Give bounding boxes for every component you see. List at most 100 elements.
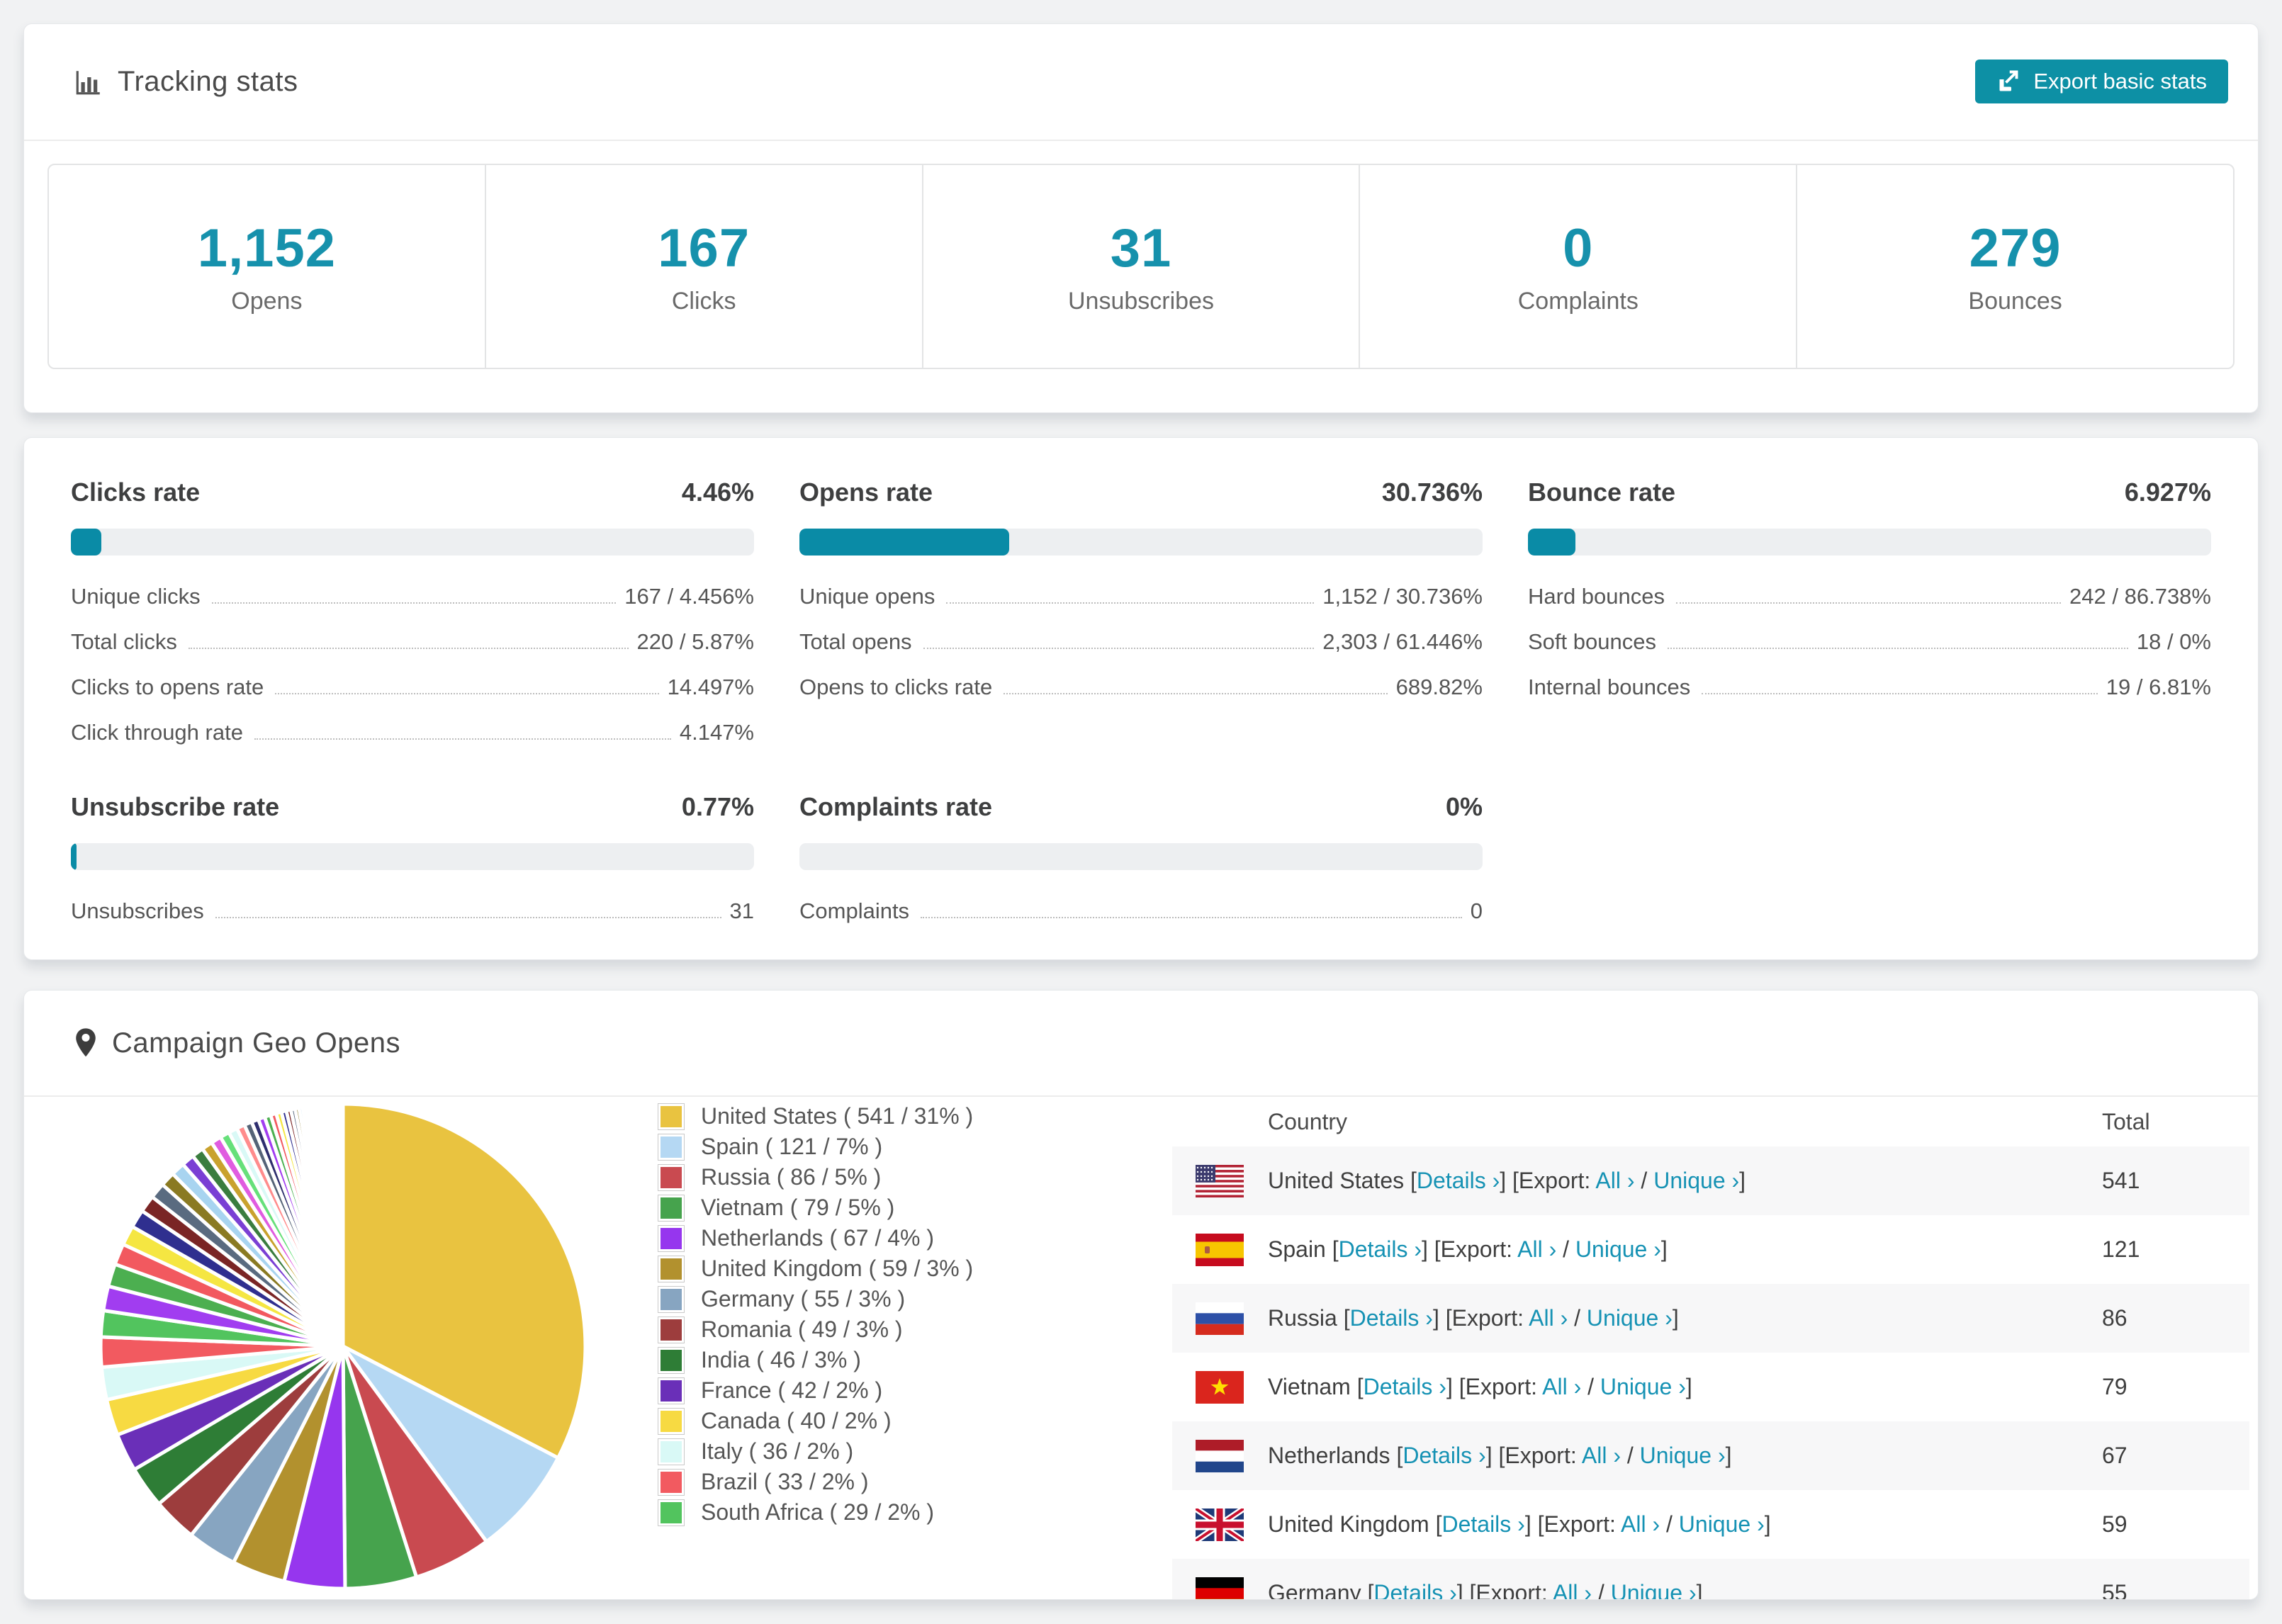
separator: / — [1581, 1374, 1600, 1399]
total-cell: 79 — [2102, 1374, 2128, 1399]
separator: / — [1568, 1305, 1587, 1331]
detail-value: 31 — [729, 898, 754, 923]
country-cell: Vietnam [Details ›] [Export: All › / Uni… — [1268, 1374, 2102, 1400]
stat-clicks: 167 Clicks — [484, 165, 922, 368]
progress-bar — [799, 843, 1483, 870]
export-unique-link[interactable]: Unique › — [1653, 1168, 1739, 1193]
details-link[interactable]: Details › — [1373, 1580, 1456, 1599]
details-link[interactable]: Details › — [1339, 1236, 1422, 1262]
rate-value: 6.927% — [2124, 478, 2211, 507]
detail-value: 18 / 0% — [2136, 629, 2211, 654]
stat-label: Unsubscribes — [1068, 288, 1214, 315]
export-unique-link[interactable]: Unique › — [1575, 1236, 1661, 1262]
detail-row: Internal bounces 19 / 6.81% — [1528, 665, 2211, 710]
rates-grid: Clicks rate 4.46% Unique clicks 167 / 4.456… — [24, 438, 2258, 934]
legend-label: Vietnam ( 79 / 5% ) — [701, 1195, 895, 1220]
export-button-label: Export basic stats — [2033, 69, 2207, 94]
progress-bar-fill — [71, 843, 77, 870]
pie-slice — [340, 1102, 345, 1348]
legend-swatch — [658, 1225, 684, 1251]
detail-label: Clicks to opens rate — [71, 675, 264, 699]
separator: / — [1620, 1443, 1640, 1468]
table-row-us: United States [Details ›] [Export: All ›… — [1172, 1146, 2249, 1215]
country-cell: Netherlands [Details ›] [Export: All › /… — [1268, 1443, 2102, 1469]
legend-label: France ( 42 / 2% ) — [701, 1377, 883, 1403]
detail-row: Complaints 0 — [799, 889, 1483, 934]
detail-row: Unique clicks 167 / 4.456% — [71, 574, 754, 619]
column-header-total: Total — [2102, 1108, 2150, 1134]
vn-flag-icon — [1196, 1370, 1244, 1404]
total-cell: 55 — [2102, 1580, 2128, 1600]
export-all-link[interactable]: All › — [1595, 1168, 1634, 1193]
country-cell: United States [Details ›] [Export: All ›… — [1268, 1168, 2102, 1194]
tracking-stats-header: Tracking stats Export basic stats — [24, 24, 2258, 141]
stat-label: Opens — [231, 288, 303, 315]
legend-swatch — [658, 1499, 684, 1526]
rate-title: Unsubscribe rate — [71, 792, 280, 821]
legend-swatch — [658, 1103, 684, 1129]
details-link[interactable]: Details › — [1364, 1374, 1446, 1399]
export-unique-link[interactable]: Unique › — [1679, 1511, 1765, 1537]
country-cell: Spain [Details ›] [Export: All › / Uniqu… — [1268, 1236, 2102, 1263]
legend-swatch — [658, 1408, 684, 1434]
dotted-leader — [215, 917, 721, 918]
legend-label: Romania ( 49 / 3% ) — [701, 1316, 903, 1342]
legend-label: Canada ( 40 / 2% ) — [701, 1408, 892, 1433]
rate-section-opens-rate: Opens rate 30.736% Unique opens 1,152 / 30.… — [799, 478, 1483, 755]
export-all-link[interactable]: All › — [1582, 1443, 1621, 1468]
dotted-leader — [1004, 693, 1388, 694]
legend-label: Italy ( 36 / 2% ) — [701, 1438, 854, 1464]
export-unique-link[interactable]: Unique › — [1600, 1374, 1686, 1399]
progress-bar-fill — [71, 529, 101, 556]
details-link[interactable]: Details › — [1350, 1305, 1433, 1331]
map-pin-icon — [74, 1027, 98, 1059]
details-link[interactable]: Details › — [1403, 1443, 1485, 1468]
dotted-leader — [211, 602, 617, 604]
export-all-link[interactable]: All › — [1529, 1305, 1568, 1331]
export-all-link[interactable]: All › — [1553, 1580, 1592, 1599]
geo-title: Campaign Geo Opens — [112, 1027, 401, 1059]
legend-swatch — [658, 1469, 684, 1495]
export-basic-stats-button[interactable]: Export basic stats — [1975, 60, 2228, 103]
rate-value: 4.46% — [681, 478, 754, 507]
page: { "tracking": { "title": "Tracking stats… — [0, 0, 2282, 1624]
geo-table: Country Total United States [Details ›] … — [1172, 1097, 2249, 1600]
export-all-link[interactable]: All › — [1621, 1511, 1660, 1537]
details-link[interactable]: Details › — [1417, 1168, 1500, 1193]
detail-value: 167 / 4.456% — [624, 584, 754, 609]
dotted-leader — [921, 917, 1462, 918]
legend-item: United Kingdom ( 59 / 3% ) — [658, 1253, 973, 1284]
country-cell: United Kingdom [Details ›] [Export: All … — [1268, 1511, 2102, 1538]
legend-label: United States ( 541 / 31% ) — [701, 1103, 974, 1129]
rate-section-complaints-rate: Complaints rate 0% Complaints 0 — [799, 792, 1483, 934]
rate-section-unsubscribe-rate: Unsubscribe rate 0.77% Unsubscribes 31 — [71, 792, 754, 934]
detail-label: Click through rate — [71, 720, 243, 745]
stat-unsubscribes: 31 Unsubscribes — [921, 165, 1359, 368]
export-prefix: ] [Export: — [1500, 1168, 1596, 1193]
country-name: Russia — [1268, 1305, 1337, 1331]
country-name: United Kingdom — [1268, 1511, 1429, 1537]
total-cell: 86 — [2102, 1305, 2128, 1331]
detail-value: 4.147% — [679, 720, 754, 745]
total-cell: 541 — [2102, 1168, 2140, 1193]
export-icon — [1996, 69, 2022, 94]
rate-value: 0% — [1445, 792, 1483, 821]
detail-value: 2,303 / 61.446% — [1322, 629, 1483, 654]
export-unique-link[interactable]: Unique › — [1587, 1305, 1673, 1331]
bracket: ] — [1660, 1236, 1668, 1262]
legend-label: South Africa ( 29 / 2% ) — [701, 1499, 935, 1525]
export-unique-link[interactable]: Unique › — [1611, 1580, 1697, 1599]
bracket: ] — [1696, 1580, 1703, 1600]
bracket: [ — [1350, 1374, 1364, 1399]
bracket: ] — [1739, 1168, 1746, 1193]
export-all-link[interactable]: All › — [1542, 1374, 1581, 1399]
export-unique-link[interactable]: Unique › — [1640, 1443, 1726, 1468]
export-prefix: ] [Export: — [1446, 1374, 1543, 1399]
legend-swatch — [658, 1347, 684, 1373]
progress-bar — [1528, 529, 2211, 556]
bracket: ] — [1725, 1443, 1732, 1468]
table-row-nl: Netherlands [Details ›] [Export: All › /… — [1172, 1421, 2249, 1490]
details-link[interactable]: Details › — [1441, 1511, 1524, 1537]
total-cell: 121 — [2102, 1236, 2140, 1262]
export-all-link[interactable]: All › — [1517, 1236, 1556, 1262]
